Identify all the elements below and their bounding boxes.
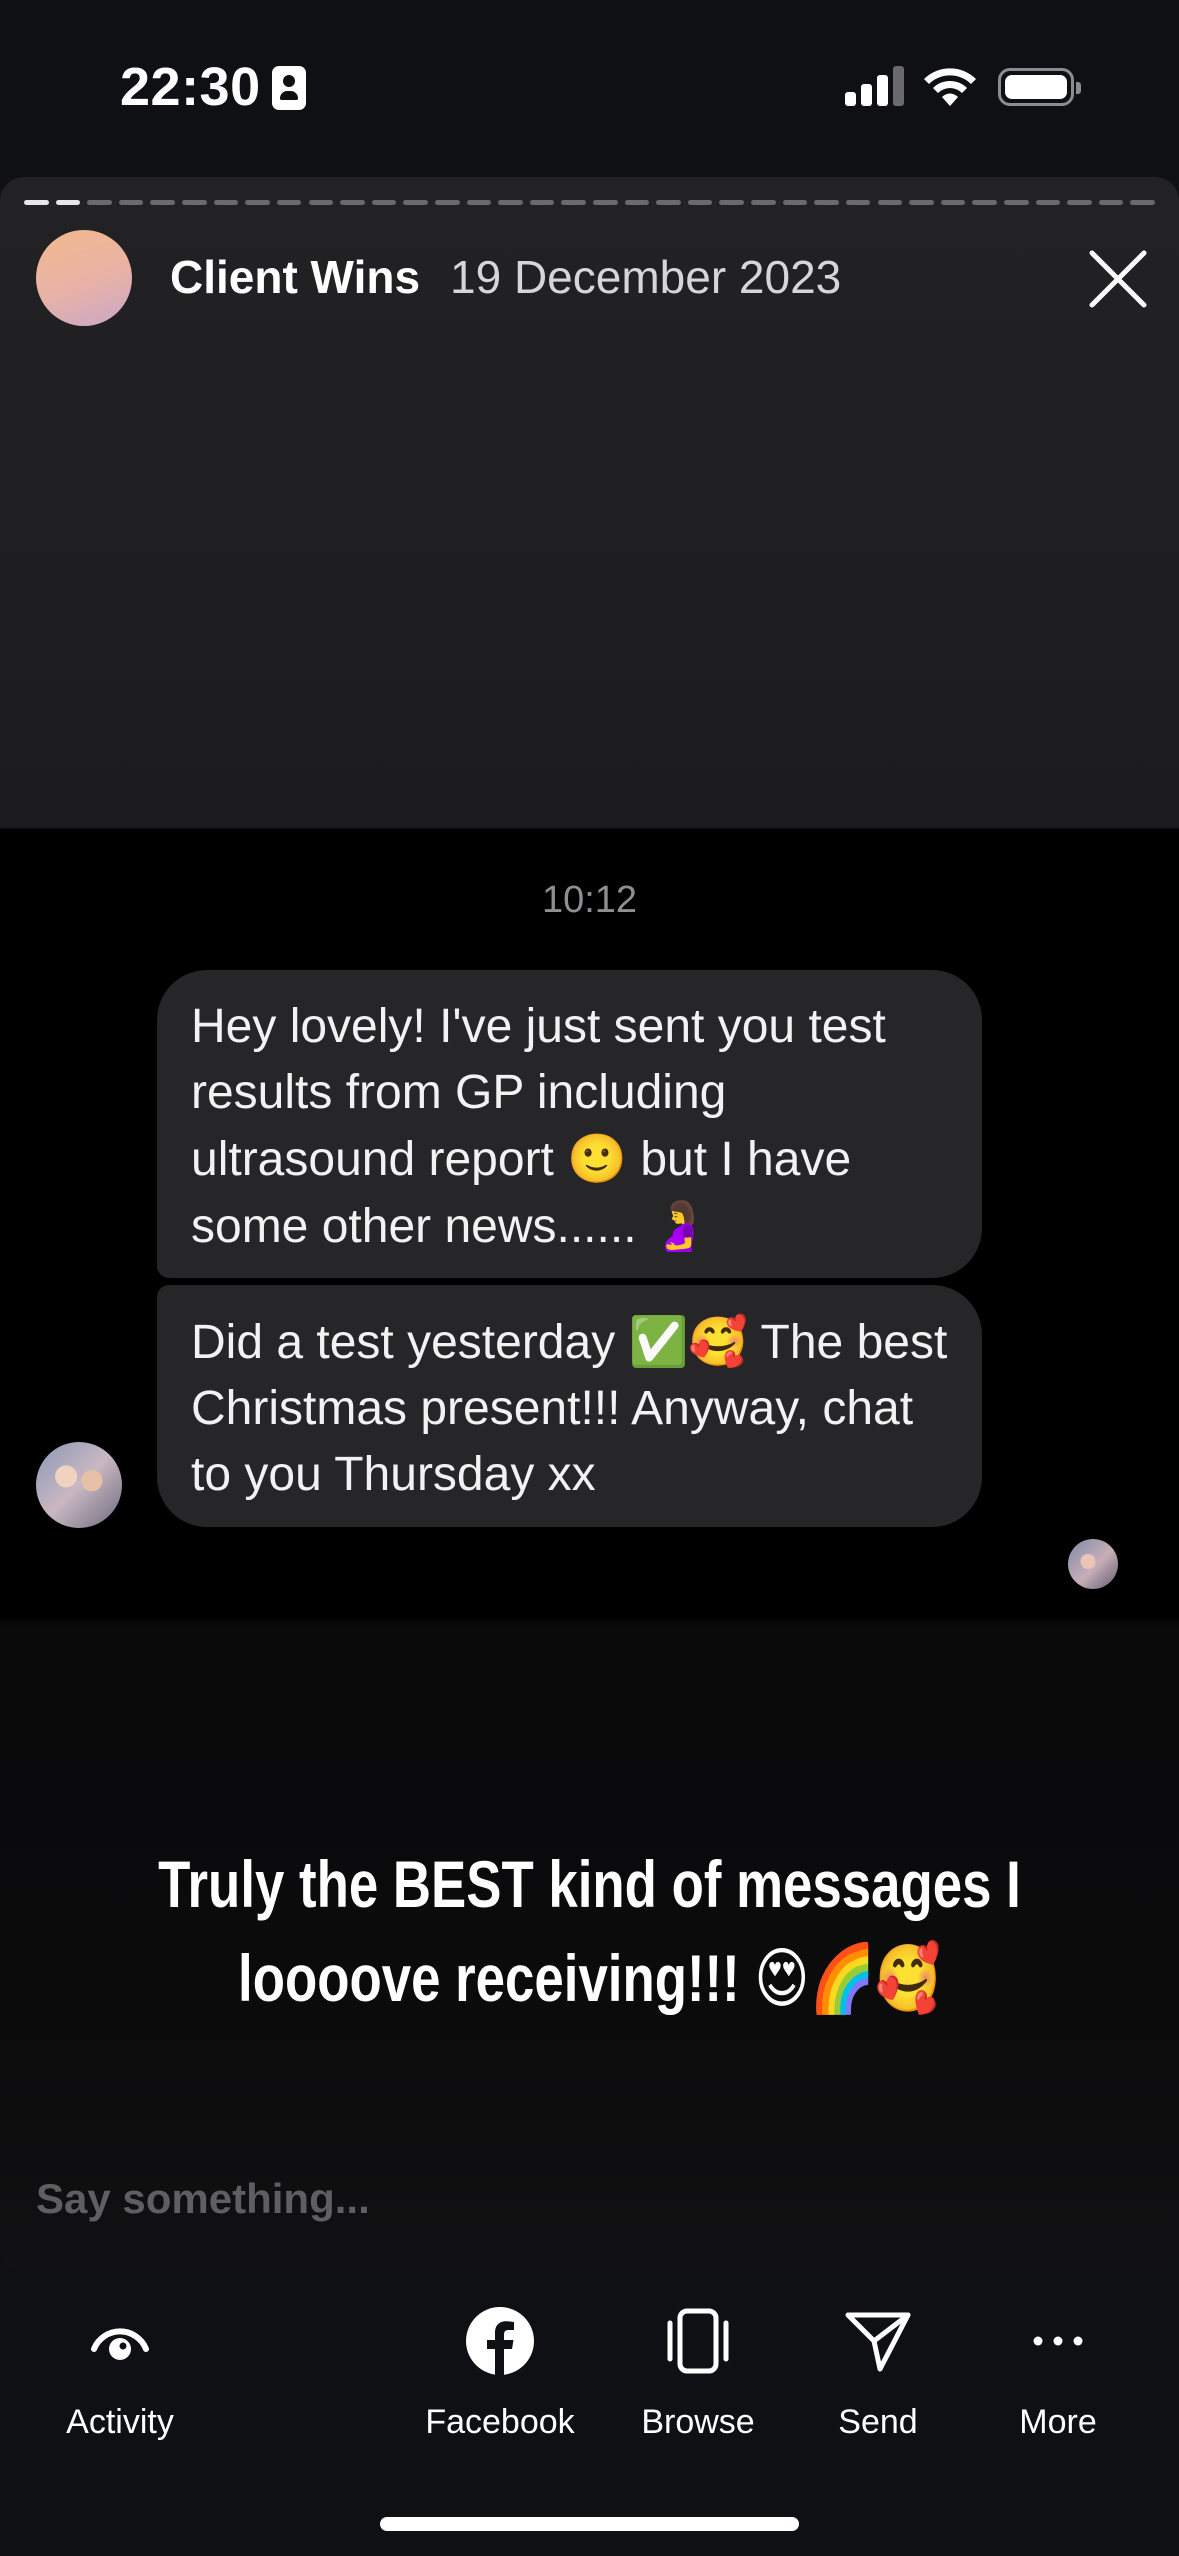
progress-segment	[877, 200, 903, 205]
eye-icon	[91, 2328, 149, 2360]
progress-segment	[87, 200, 112, 205]
more-label: More	[1019, 2403, 1097, 2441]
progress-segment	[498, 200, 523, 205]
activity-label: Activity	[66, 2403, 174, 2441]
progress-segment	[55, 200, 81, 205]
progress-segment	[782, 200, 808, 205]
progress-segment	[245, 200, 270, 205]
progress-segment	[1098, 200, 1124, 205]
bottom-action-bar: Activity Facebook Browse Send More	[0, 2271, 1179, 2556]
progress-segment	[340, 200, 365, 205]
facebook-icon	[466, 2307, 534, 2375]
progress-segment	[434, 200, 460, 205]
contact-card-icon	[272, 66, 306, 110]
activity-button[interactable]: Activity	[20, 2305, 220, 2442]
battery-icon	[998, 68, 1081, 106]
facebook-button[interactable]: Facebook	[400, 2305, 600, 2442]
story-caption: Truly the BEST kind of messages I loooov…	[118, 1837, 1061, 2026]
progress-segment	[814, 200, 839, 205]
progress-segment	[656, 200, 681, 205]
progress-segment	[909, 200, 934, 205]
sender-avatar	[36, 1442, 122, 1528]
caption-emoji: 😍🌈🥰	[754, 1940, 941, 2017]
story-date: 19 December 2023	[450, 251, 842, 303]
seen-avatar	[1068, 1539, 1118, 1589]
progress-segment	[213, 200, 239, 205]
progress-segment	[308, 200, 334, 205]
progress-segment	[940, 200, 966, 205]
status-time: 22:30	[120, 57, 261, 117]
caption-line-1: Truly the BEST kind of messages I	[158, 1847, 1021, 1921]
progress-segment	[403, 200, 428, 205]
progress-segment	[1003, 200, 1029, 205]
progress-segment	[719, 200, 745, 205]
check-and-heart-emoji: ✅🥰	[628, 1314, 749, 1370]
progress-segment	[561, 200, 586, 205]
cellular-signal-icon	[845, 62, 905, 106]
smile-emoji: 🙂	[567, 1131, 627, 1187]
story-username[interactable]: Client Wins	[170, 250, 420, 304]
progress-segment	[529, 200, 555, 205]
browse-button[interactable]: Browse	[598, 2305, 798, 2442]
story-progress-bar	[24, 200, 1155, 205]
progress-segment	[687, 200, 713, 205]
message-bubble: Did a test yesterday ✅🥰 The best Christm…	[157, 1285, 982, 1527]
send-icon	[845, 2312, 911, 2372]
progress-segment	[276, 200, 302, 205]
wifi-icon	[924, 68, 976, 106]
progress-segment	[624, 200, 650, 205]
progress-segment	[118, 200, 144, 205]
progress-segment	[751, 200, 776, 205]
send-label: Send	[838, 2403, 918, 2441]
progress-segment	[1130, 200, 1155, 205]
send-button[interactable]: Send	[778, 2305, 978, 2442]
profile-avatar[interactable]	[36, 230, 132, 326]
more-icon	[1033, 2336, 1083, 2346]
progress-segment	[1067, 200, 1092, 205]
browse-icon	[667, 2308, 729, 2374]
progress-segment	[1035, 200, 1061, 205]
home-indicator[interactable]	[380, 2517, 799, 2531]
browse-label: Browse	[641, 2403, 755, 2441]
message-bubble: Hey lovely! I've just sent you test resu…	[157, 970, 982, 1278]
progress-segment	[150, 200, 176, 205]
progress-segment	[972, 200, 997, 205]
caption-line-2: loooove receiving!!!	[238, 1941, 755, 2015]
progress-segment	[466, 200, 492, 205]
chat-timestamp: 10:12	[541, 879, 638, 921]
pregnant-emoji: 🤰	[649, 1198, 710, 1254]
more-button[interactable]: More	[958, 2305, 1158, 2442]
progress-segment	[593, 200, 618, 205]
status-bar: 22:30	[0, 0, 1179, 175]
story-viewer[interactable]: Client Wins 19 December 2023 10:12 Hey l…	[0, 177, 1179, 2271]
message-text: Did a test yesterday	[191, 1316, 629, 1369]
progress-segment	[845, 200, 871, 205]
reply-input[interactable]: Say something...	[36, 2175, 370, 2223]
progress-segment	[182, 200, 207, 205]
facebook-label: Facebook	[425, 2403, 575, 2441]
close-icon[interactable]	[1086, 247, 1150, 311]
progress-segment	[24, 200, 49, 205]
progress-segment	[371, 200, 397, 205]
